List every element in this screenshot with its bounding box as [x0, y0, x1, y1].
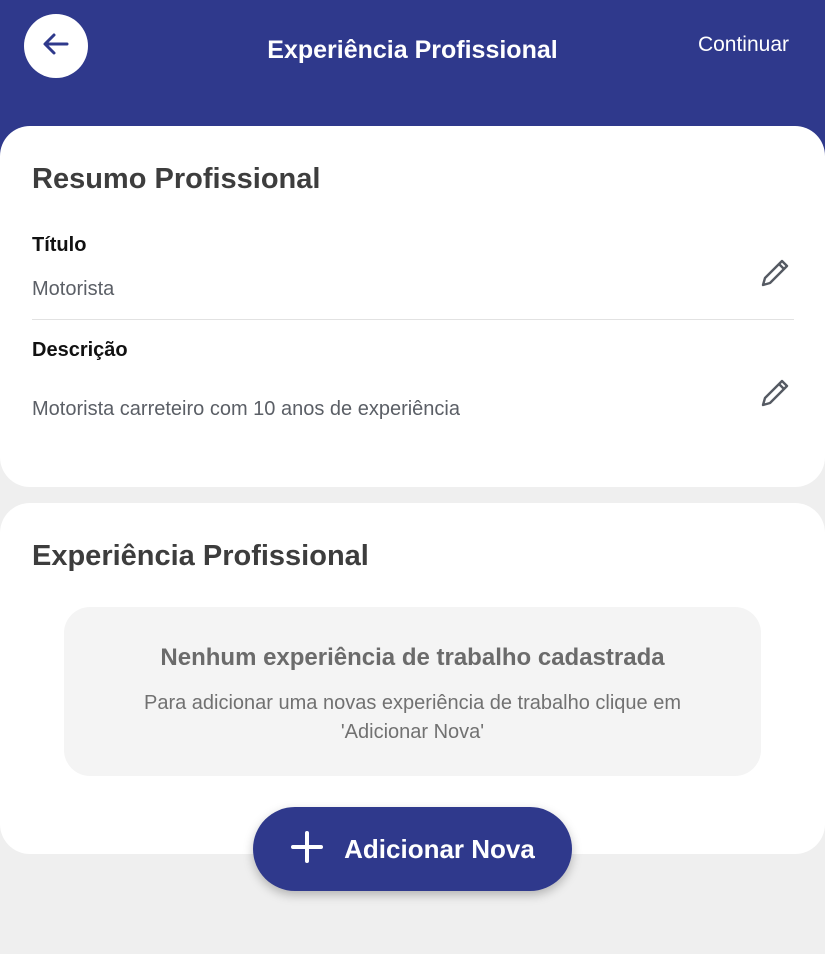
- title-field-value: Motorista: [32, 278, 115, 300]
- experience-card: Experiência Profissional Nenhum experiên…: [0, 503, 825, 854]
- empty-state: Nenhum experiência de trabalho cadastrad…: [64, 607, 761, 776]
- screen: Experiência Profissional Continuar Resum…: [0, 0, 825, 954]
- edit-description-button[interactable]: [754, 374, 796, 416]
- experience-title: Experiência Profissional: [32, 540, 369, 572]
- pencil-icon: [757, 255, 793, 296]
- continue-button[interactable]: Continuar: [698, 33, 789, 57]
- add-new-button[interactable]: Adicionar Nova: [253, 807, 572, 891]
- add-new-label: Adicionar Nova: [344, 833, 535, 864]
- description-field-value: Motorista carreteiro com 10 anos de expe…: [32, 398, 460, 420]
- plus-icon: [290, 830, 344, 869]
- summary-card: Resumo Profissional Título Motorista Des…: [0, 126, 825, 487]
- edit-title-button[interactable]: [754, 254, 796, 296]
- empty-state-description: Para adicionar uma novas experiência de …: [144, 692, 681, 743]
- divider: [32, 319, 794, 320]
- summary-title: Resumo Profissional: [32, 163, 321, 195]
- empty-state-title: Nenhum experiência de trabalho cadastrad…: [160, 644, 665, 671]
- pencil-icon: [757, 375, 793, 416]
- title-field-label: Título: [32, 234, 87, 256]
- description-field-label: Descrição: [32, 339, 128, 361]
